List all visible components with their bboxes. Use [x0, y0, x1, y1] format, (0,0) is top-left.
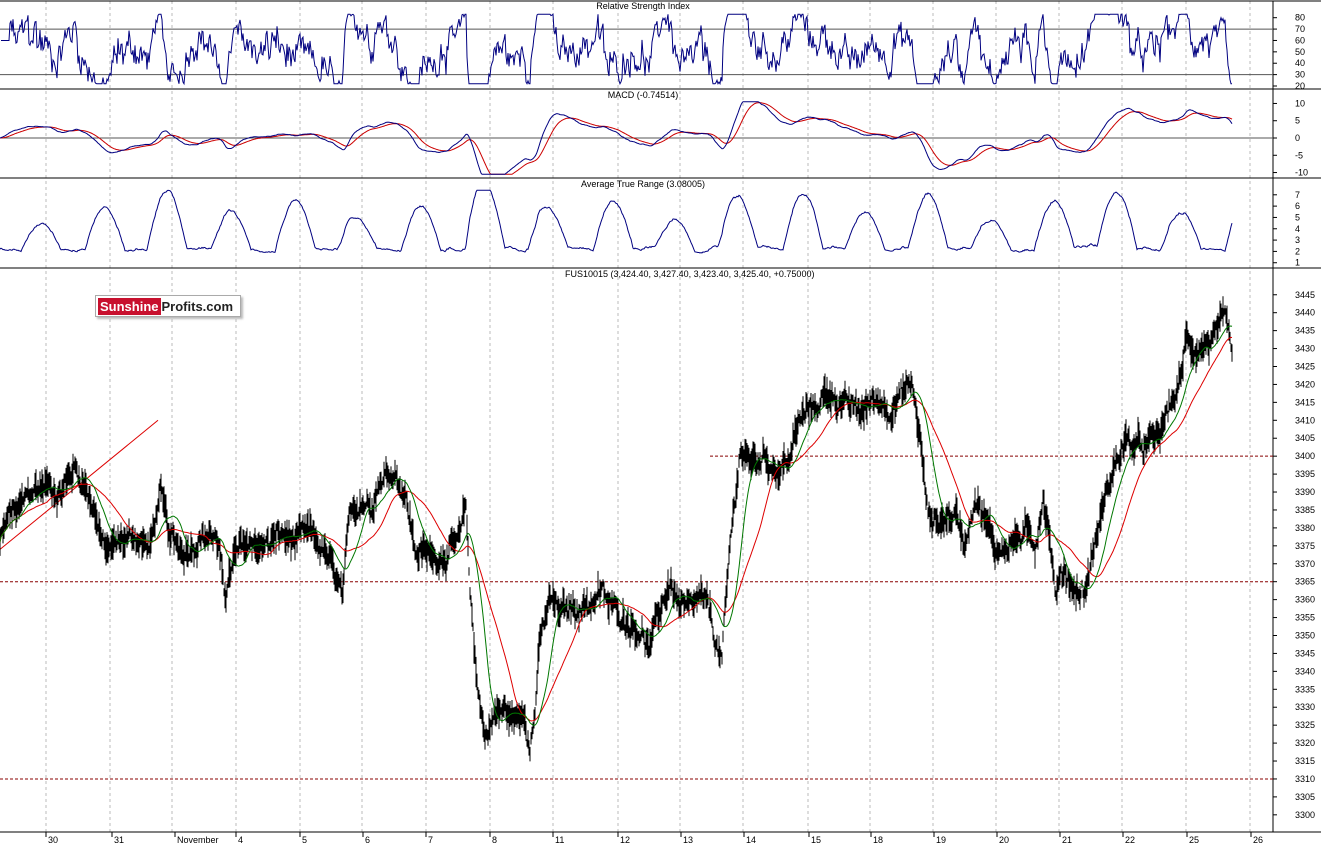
y-tick-label: 80 — [1295, 13, 1305, 23]
y-tick-label: 3390 — [1295, 487, 1315, 497]
sunshine-profits-logo: Sunshine Profits.com — [95, 295, 241, 317]
x-tick-label: 30 — [48, 835, 58, 844]
y-tick-label: 3310 — [1295, 774, 1315, 784]
atr-title: Average True Range (3.08005) — [581, 179, 705, 189]
y-tick-label: 3335 — [1295, 684, 1315, 694]
x-tick-label: 11 — [555, 835, 564, 844]
y-tick-label: 3410 — [1295, 415, 1315, 425]
y-tick-label: 3400 — [1295, 451, 1315, 461]
x-tick-label: 12 — [620, 835, 630, 844]
x-tick-label: November — [177, 835, 219, 844]
y-tick-label: 3370 — [1295, 559, 1315, 569]
y-tick-label: 3420 — [1295, 379, 1315, 389]
x-tick-label: 13 — [683, 835, 693, 844]
y-tick-label: 3375 — [1295, 541, 1315, 551]
y-tick-label: 3385 — [1295, 505, 1315, 515]
y-tick-label: 30 — [1295, 70, 1305, 80]
logo-part-1: Sunshine — [98, 298, 161, 315]
y-tick-label: 3340 — [1295, 666, 1315, 676]
x-tick-label: 20 — [999, 835, 1009, 844]
y-tick-label: -10 — [1295, 168, 1308, 178]
y-tick-label: 3355 — [1295, 613, 1315, 623]
y-tick-label: 3415 — [1295, 397, 1315, 407]
x-tick-label: 18 — [873, 835, 883, 844]
x-tick-label: 31 — [114, 835, 124, 844]
y-tick-label: 3300 — [1295, 810, 1315, 820]
x-tick-label: 5 — [302, 835, 307, 844]
y-tick-label: 3405 — [1295, 433, 1315, 443]
y-tick-label: 2 — [1295, 246, 1300, 256]
y-tick-label: 7 — [1295, 190, 1300, 200]
x-tick-label: 25 — [1189, 835, 1199, 844]
y-tick-label: 70 — [1295, 24, 1305, 34]
x-tick-label: 21 — [1062, 835, 1072, 844]
y-tick-label: 3345 — [1295, 648, 1315, 658]
y-tick-label: 40 — [1295, 58, 1305, 68]
y-tick-label: 3320 — [1295, 738, 1315, 748]
logo-part-2: Profits.com — [161, 299, 234, 314]
y-tick-label: 3380 — [1295, 523, 1315, 533]
y-tick-label: 6 — [1295, 201, 1300, 211]
y-tick-label: 3440 — [1295, 308, 1315, 318]
y-tick-label: 3395 — [1295, 469, 1315, 479]
y-tick-label: 50 — [1295, 47, 1305, 57]
x-tick-label: 26 — [1253, 835, 1263, 844]
y-tick-label: 5 — [1295, 116, 1300, 126]
y-tick-label: 3425 — [1295, 361, 1315, 371]
y-tick-label: 0 — [1295, 133, 1300, 143]
macd-title: MACD (-0.74514) — [608, 90, 679, 100]
y-tick-label: 3315 — [1295, 756, 1315, 766]
rsi-title: Relative Strength Index — [596, 1, 690, 11]
y-tick-label: 3305 — [1295, 792, 1315, 802]
y-tick-label: 3445 — [1295, 290, 1315, 300]
y-tick-label: 1 — [1295, 258, 1300, 268]
x-tick-label: 4 — [238, 835, 243, 844]
y-tick-label: 3330 — [1295, 702, 1315, 712]
y-tick-label: 5 — [1295, 212, 1300, 222]
y-tick-label: 4 — [1295, 224, 1300, 234]
x-tick-label: 8 — [492, 835, 497, 844]
x-tick-label: 6 — [365, 835, 370, 844]
x-tick-label: 14 — [746, 835, 756, 844]
y-tick-label: 10 — [1295, 98, 1305, 108]
x-tick-label: 15 — [811, 835, 821, 844]
y-tick-label: 3435 — [1295, 326, 1315, 336]
x-tick-label: 22 — [1125, 835, 1135, 844]
y-tick-label: 60 — [1295, 35, 1305, 45]
y-tick-label: 3 — [1295, 235, 1300, 245]
price-chart: 807060504030201050-5-1076543213445344034… — [0, 0, 1321, 844]
x-tick-label: 19 — [936, 835, 946, 844]
y-tick-label: 3350 — [1295, 630, 1315, 640]
price-title: FUS10015 (3,424.40, 3,427.40, 3,423.40, … — [565, 269, 814, 279]
x-tick-label: 7 — [428, 835, 433, 844]
y-tick-label: 3360 — [1295, 595, 1315, 605]
y-tick-label: 3365 — [1295, 577, 1315, 587]
y-tick-label: 3430 — [1295, 344, 1315, 354]
y-tick-label: -5 — [1295, 150, 1303, 160]
y-tick-label: 3325 — [1295, 720, 1315, 730]
